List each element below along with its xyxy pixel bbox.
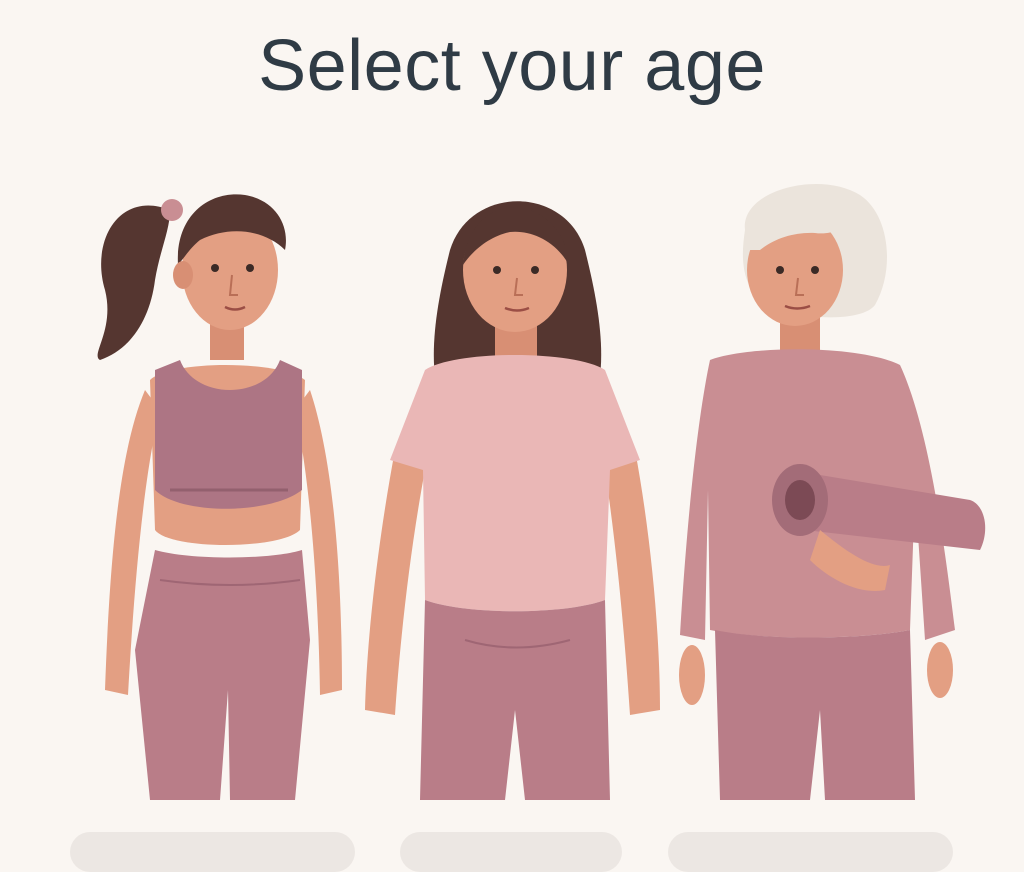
age-option-middle-button[interactable] [400,832,622,872]
senior-woman-yoga-mat-figure-icon [679,183,986,800]
age-option-young[interactable] [80,170,360,810]
age-option-young-button[interactable] [70,832,355,872]
age-option-middle[interactable] [355,170,675,810]
page-title: Select your age [258,26,766,106]
middle-aged-woman-figure-icon [365,201,660,800]
young-woman-figure-icon [97,194,342,800]
age-option-senior-button[interactable] [668,832,953,872]
age-option-senior[interactable] [670,170,1010,810]
